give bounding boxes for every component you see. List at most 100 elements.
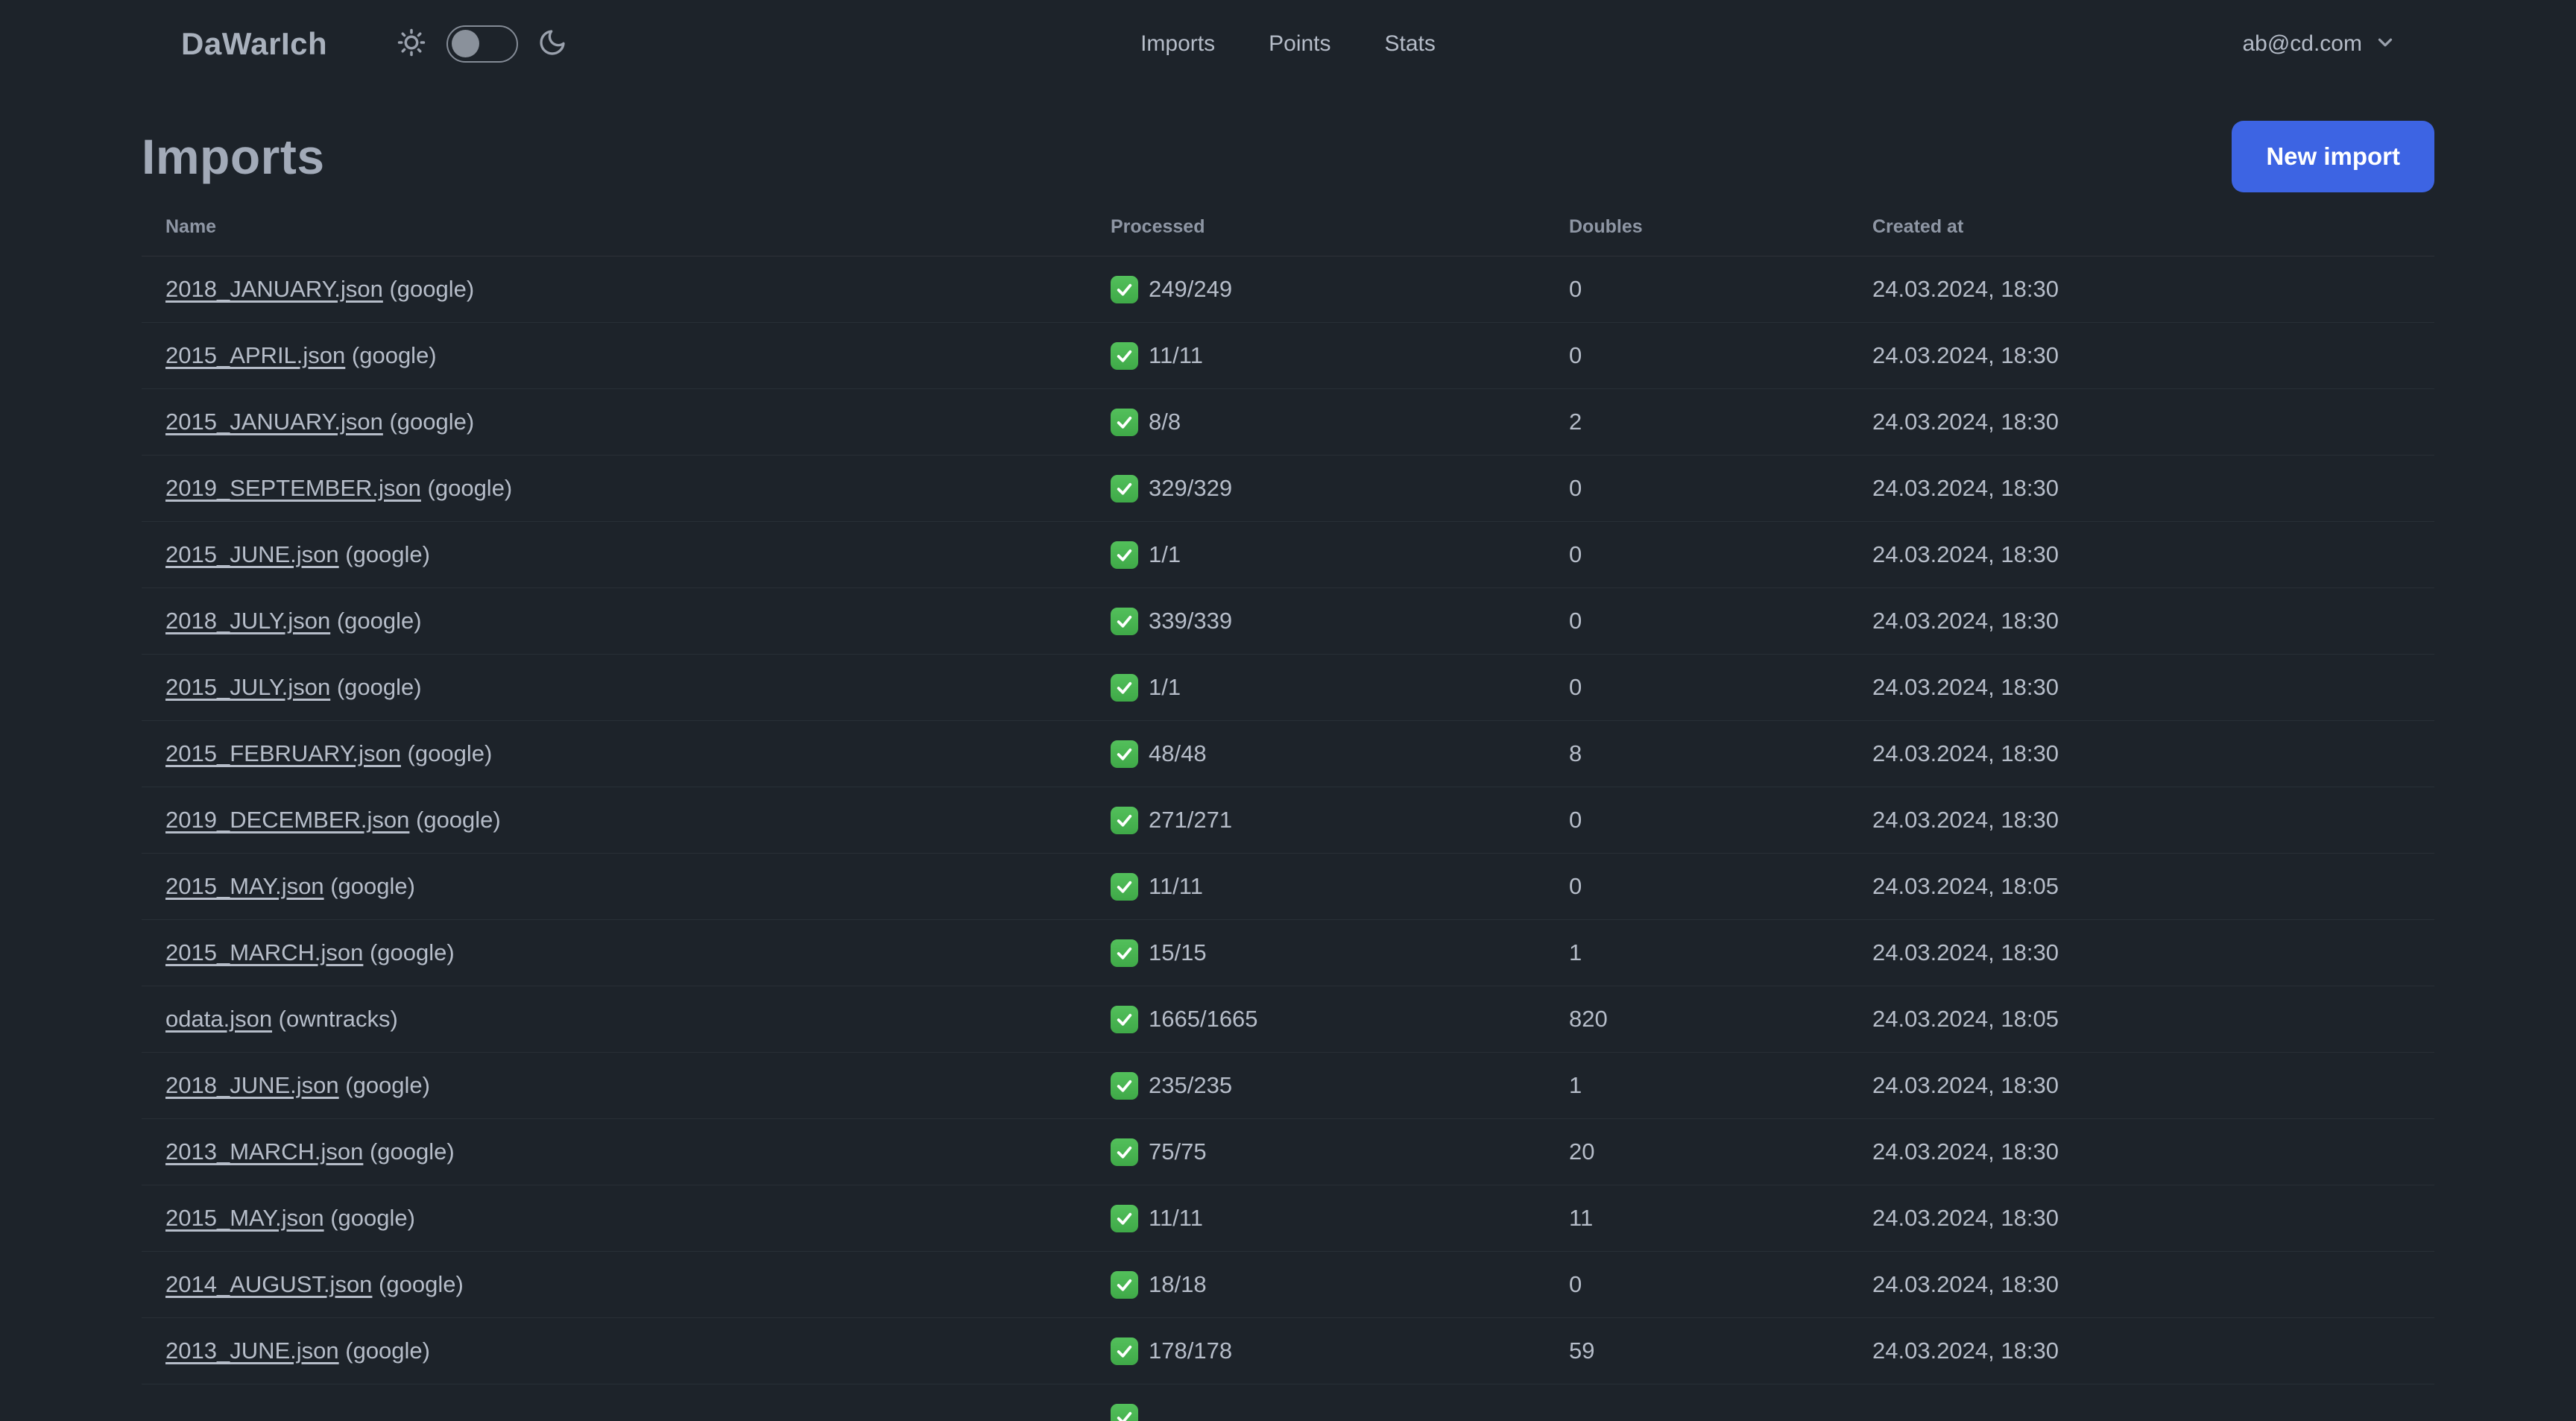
user-email: ab@cd.com — [2242, 31, 2362, 56]
processed-count: 178/178 — [1149, 1337, 1233, 1364]
processed-count: 1665/1665 — [1149, 1006, 1258, 1032]
processed-count: 1/1 — [1149, 674, 1181, 700]
cell-processed: 8/8 — [1111, 408, 1569, 436]
nav-item-stats[interactable]: Stats — [1385, 31, 1436, 57]
import-source: (google) — [323, 873, 415, 899]
check-icon — [1111, 1204, 1138, 1232]
table-row: 2015_MAY.json (google) 11/11 11 24.03.20… — [142, 1185, 2434, 1252]
import-source: (google) — [338, 1337, 430, 1364]
cell-created-at: 24.03.2024, 18:30 — [1872, 1205, 2059, 1231]
cell-name: 2015_JULY.json (google) — [165, 674, 1111, 701]
cell-processed — [1111, 1403, 1569, 1421]
main-content: Imports New import Name Processed Double… — [0, 119, 2576, 1421]
cell-processed: 249/249 — [1111, 275, 1569, 303]
cell-name: 2015_MAY.json (google) — [165, 1205, 1111, 1232]
new-import-button[interactable]: New import — [2232, 121, 2434, 192]
processed-count: 235/235 — [1149, 1072, 1233, 1098]
table-row — [142, 1384, 2434, 1421]
import-file-link[interactable]: 2014_AUGUST.json — [165, 1271, 372, 1297]
check-icon — [1111, 275, 1138, 303]
import-file-link[interactable]: 2018_JULY.json — [165, 608, 330, 634]
import-file-link[interactable]: 2013_MARCH.json — [165, 1138, 363, 1165]
page-header: Imports New import — [142, 119, 2434, 194]
cell-created-at: 24.03.2024, 18:30 — [1872, 342, 2059, 368]
cell-name: odata.json (owntracks) — [165, 1006, 1111, 1033]
theme-toggle-switch[interactable] — [446, 25, 519, 63]
user-menu[interactable]: ab@cd.com — [2242, 31, 2396, 57]
column-header-created-at: Created at — [1872, 216, 1964, 237]
import-file-link[interactable]: 2015_MAY.json — [165, 1205, 324, 1231]
cell-processed: 235/235 — [1111, 1071, 1569, 1100]
import-source: (google) — [363, 939, 455, 965]
check-icon — [1111, 541, 1138, 569]
processed-count: 271/271 — [1149, 807, 1233, 833]
processed-count: 75/75 — [1149, 1138, 1207, 1165]
top-navbar: DaWarIch Imports Points Stats ab@cd.com — [0, 0, 2576, 88]
check-icon — [1111, 1005, 1138, 1033]
import-source: (owntracks) — [272, 1006, 398, 1032]
import-file-link[interactable]: 2019_DECEMBER.json — [165, 807, 409, 833]
cell-processed: 11/11 — [1111, 1204, 1569, 1232]
moon-icon — [537, 28, 567, 61]
theme-toggle-group — [396, 25, 567, 63]
import-file-link[interactable]: 2015_FEBRUARY.json — [165, 740, 401, 766]
import-file-link[interactable]: 2019_SEPTEMBER.json — [165, 475, 421, 501]
toggle-knob — [452, 30, 480, 57]
cell-processed: 18/18 — [1111, 1270, 1569, 1299]
column-header-name: Name — [165, 216, 217, 237]
cell-doubles: 11 — [1569, 1205, 1594, 1231]
import-source: (google) — [420, 475, 513, 501]
import-file-link[interactable]: 2015_JANUARY.json — [165, 409, 383, 435]
processed-count: 11/11 — [1149, 1205, 1203, 1231]
import-file-link[interactable]: 2015_JUNE.json — [165, 541, 339, 567]
cell-processed: 11/11 — [1111, 872, 1569, 901]
table-header-row: Name Processed Doubles Created at — [142, 194, 2434, 256]
sun-icon — [396, 27, 427, 62]
cell-processed: 11/11 — [1111, 341, 1569, 370]
cell-name: 2019_DECEMBER.json (google) — [165, 807, 1111, 834]
app-logo[interactable]: DaWarIch — [181, 26, 327, 62]
table-row: 2015_JULY.json (google) 1/1 0 24.03.2024… — [142, 655, 2434, 721]
cell-doubles: 0 — [1569, 608, 1582, 634]
check-icon — [1111, 474, 1138, 502]
cell-processed: 1/1 — [1111, 673, 1569, 702]
cell-name: 2015_JUNE.json (google) — [165, 541, 1111, 568]
cell-name: 2015_JANUARY.json (google) — [165, 409, 1111, 435]
import-file-link[interactable]: 2013_JUNE.json — [165, 1337, 339, 1364]
import-file-link[interactable]: 2018_JUNE.json — [165, 1072, 339, 1098]
import-file-link[interactable]: 2015_JULY.json — [165, 674, 330, 700]
import-file-link[interactable]: odata.json — [165, 1006, 272, 1032]
processed-count: 11/11 — [1149, 342, 1203, 368]
cell-name: 2018_JULY.json (google) — [165, 608, 1111, 634]
check-icon — [1111, 1337, 1138, 1365]
cell-doubles: 0 — [1569, 342, 1582, 368]
check-icon — [1111, 872, 1138, 901]
cell-name: 2015_MAY.json (google) — [165, 873, 1111, 900]
check-icon — [1111, 1071, 1138, 1100]
import-file-link[interactable]: 2018_JANUARY.json — [165, 276, 383, 302]
processed-count: 329/329 — [1149, 475, 1233, 501]
cell-created-at: 24.03.2024, 18:30 — [1872, 939, 2059, 965]
nav-item-imports[interactable]: Imports — [1140, 31, 1215, 57]
cell-created-at: 24.03.2024, 18:05 — [1872, 873, 2059, 899]
cell-doubles: 20 — [1569, 1138, 1595, 1165]
check-icon — [1111, 408, 1138, 436]
import-file-link[interactable]: 2015_MARCH.json — [165, 939, 363, 965]
import-file-link[interactable]: 2015_MAY.json — [165, 873, 324, 899]
import-source: (google) — [330, 608, 422, 634]
cell-created-at: 24.03.2024, 18:30 — [1872, 740, 2059, 766]
cell-created-at: 24.03.2024, 18:30 — [1872, 807, 2059, 833]
cell-name: 2018_JANUARY.json (google) — [165, 276, 1111, 303]
cell-created-at: 24.03.2024, 18:30 — [1872, 409, 2059, 435]
table-row: 2013_JUNE.json (google) 178/178 59 24.03… — [142, 1318, 2434, 1384]
cell-created-at: 24.03.2024, 18:30 — [1872, 475, 2059, 501]
table-row: 2018_JULY.json (google) 339/339 0 24.03.… — [142, 588, 2434, 655]
import-source: (google) — [330, 674, 422, 700]
nav-item-points[interactable]: Points — [1269, 31, 1330, 57]
import-file-link[interactable]: 2015_APRIL.json — [165, 342, 345, 368]
cell-processed: 178/178 — [1111, 1337, 1569, 1365]
cell-doubles: 1 — [1569, 939, 1582, 965]
cell-processed: 48/48 — [1111, 740, 1569, 768]
import-source: (google) — [382, 409, 475, 435]
cell-doubles: 59 — [1569, 1337, 1595, 1364]
